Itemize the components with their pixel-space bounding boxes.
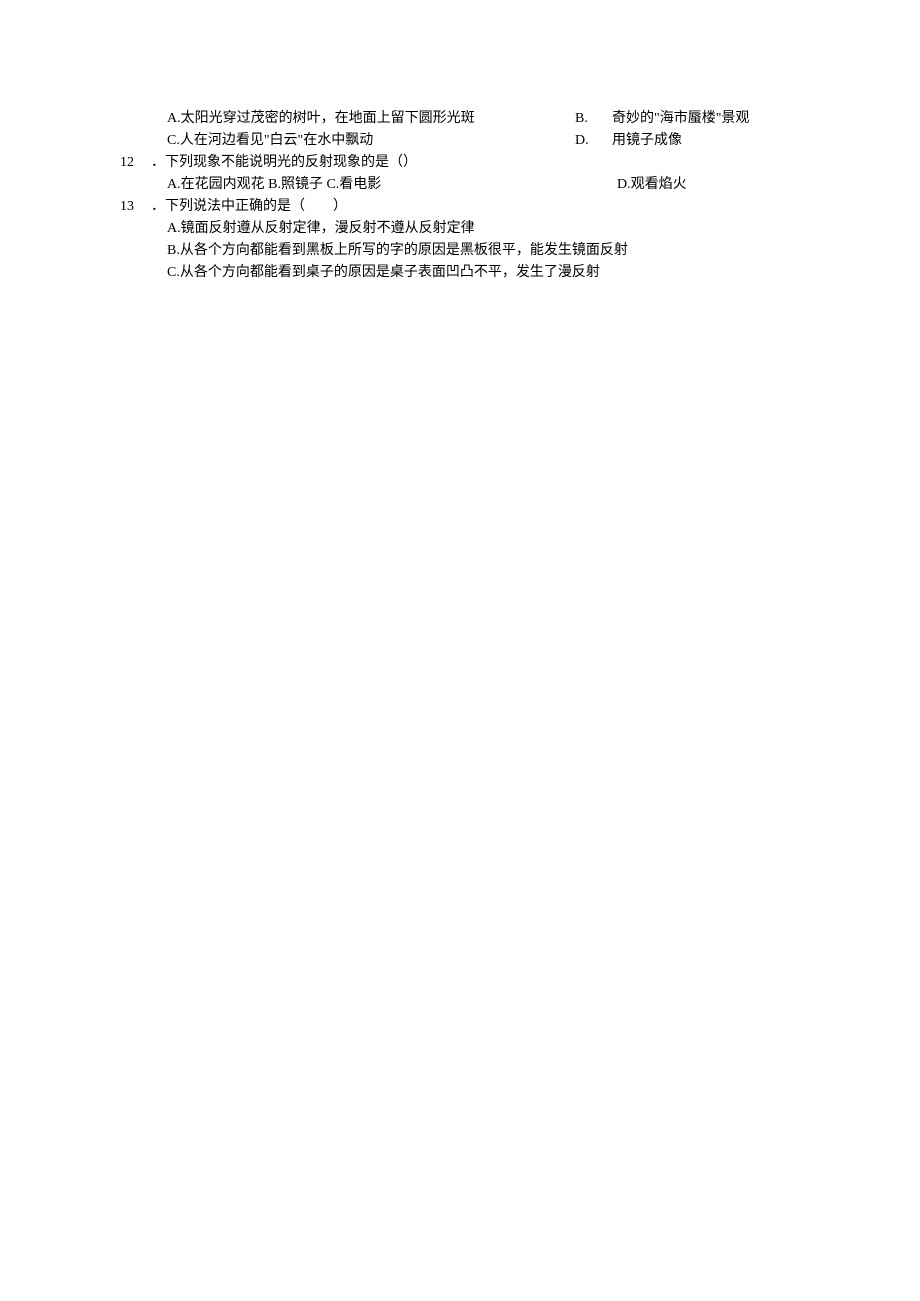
q13-stem: ．下列说法中正确的是（ ） [151, 196, 347, 217]
q13-stem-line: 13 ．下列说法中正确的是（ ） [0, 196, 920, 218]
q11-option-a: A.太阳光穿过茂密的树叶，在地面上留下圆形光斑 [0, 108, 475, 129]
q12-option-d: D.观看焰火 [617, 174, 687, 195]
q11-option-b-text: 奇妙的"海市蜃楼"景观 [612, 108, 749, 129]
q11-option-b-label: B. [575, 108, 588, 129]
q13-option-a: A.镜面反射遵从反射定律，漫反射不遵从反射定律 [167, 218, 475, 239]
q13-option-c-line: C.从各个方向都能看到桌子的原因是桌子表面凹凸不平，发生了漫反射 [0, 262, 920, 284]
q12-options-line: A.在花园内观花 B.照镜子 C.看电影 D.观看焰火 [0, 174, 920, 196]
q11-option-d-text: 用镜子成像 [612, 130, 682, 151]
document-page: A.太阳光穿过茂密的树叶，在地面上留下圆形光斑 B. 奇妙的"海市蜃楼"景观 C… [0, 0, 920, 284]
q12-number: 12 [120, 152, 134, 173]
q12-stem: ．下列现象不能说明光的反射现象的是（） [151, 152, 417, 173]
q13-option-b: B.从各个方向都能看到黑板上所写的字的原因是黑板很平，能发生镜面反射 [167, 240, 628, 261]
q13-option-b-line: B.从各个方向都能看到黑板上所写的字的原因是黑板很平，能发生镜面反射 [0, 240, 920, 262]
q11-row-cd: C.人在河边看见"白云"在水中飘动 D. 用镜子成像 [0, 130, 920, 152]
q13-number: 13 [120, 196, 134, 217]
q11-option-d-label: D. [575, 130, 589, 151]
q12-options-abc: A.在花园内观花 B.照镜子 C.看电影 [167, 174, 381, 195]
q13-option-a-line: A.镜面反射遵从反射定律，漫反射不遵从反射定律 [0, 218, 920, 240]
q11-row-ab: A.太阳光穿过茂密的树叶，在地面上留下圆形光斑 B. 奇妙的"海市蜃楼"景观 [0, 108, 920, 130]
q13-option-c: C.从各个方向都能看到桌子的原因是桌子表面凹凸不平，发生了漫反射 [167, 262, 600, 283]
q12-stem-line: 12 ．下列现象不能说明光的反射现象的是（） [0, 152, 920, 174]
q11-option-c: C.人在河边看见"白云"在水中飘动 [0, 130, 373, 151]
